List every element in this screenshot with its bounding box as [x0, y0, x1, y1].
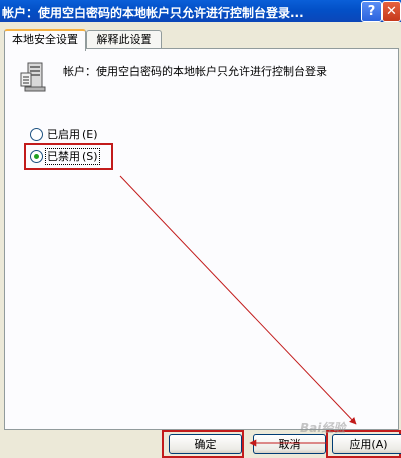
title-bar: 帐户：使用空白密码的本地帐户只允许进行控制台登录... ? ✕ [0, 0, 401, 22]
radio-enabled-indicator[interactable] [30, 127, 43, 141]
window-title: 帐户：使用空白密码的本地帐户只允许进行控制台登录... [2, 6, 304, 20]
radio-disabled-indicator[interactable] [30, 149, 43, 163]
watermark: Bai经验 [300, 421, 346, 435]
radio-enabled[interactable]: 已启用 (E) [30, 126, 98, 142]
radio-disabled[interactable]: 已禁用 (S) [30, 148, 100, 165]
apply-button[interactable]: 应用(A) [332, 434, 401, 454]
close-button[interactable]: ✕ [382, 1, 401, 22]
help-button[interactable]: ? [361, 1, 382, 22]
server-policy-icon [20, 62, 46, 92]
tab-local-security-setting[interactable]: 本地安全设置 [4, 29, 86, 51]
policy-description: 帐户：使用空白密码的本地帐户只允许进行控制台登录 [63, 65, 327, 78]
ok-button[interactable]: 确定 [169, 434, 242, 454]
radio-enabled-label: 已启用 (E) [47, 128, 98, 141]
radio-disabled-label: 已禁用 (S) [45, 148, 100, 165]
cancel-button[interactable]: 取消 [253, 434, 326, 454]
tab-explain-setting[interactable]: 解释此设置 [86, 30, 162, 49]
tab-panel: 帐户：使用空白密码的本地帐户只允许进行控制台登录 [4, 48, 399, 430]
